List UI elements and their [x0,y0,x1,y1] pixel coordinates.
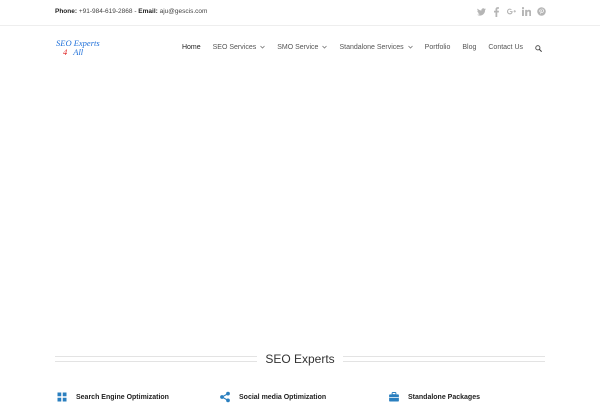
nav-item-smo-service[interactable]: SMO Service [271,42,333,54]
chevron-down-icon [407,42,413,54]
email-label: Email: [138,8,158,15]
hero-slider-area [0,70,600,340]
feature-seo[interactable]: Search Engine Optimization [56,391,169,403]
phone-number[interactable]: +91-984-619-2868 [79,8,133,15]
top-bar: Phone: +91-984-619-2868 - Email: aju@ges… [0,0,600,26]
feature-list: Search Engine Optimization Social media … [56,391,546,403]
logo-number: 4 [63,47,68,57]
seo-icon [57,392,67,402]
facebook-icon[interactable] [492,6,501,17]
google-plus-icon[interactable] [507,6,516,17]
nav-label: SEO Services [212,44,257,51]
feature-label: Standalone Packages [408,393,480,401]
logo-line2: 4 All [56,48,100,57]
chevron-down-icon [260,42,266,54]
feature-standalone[interactable]: Standalone Packages [388,391,480,403]
twitter-icon[interactable] [477,6,486,17]
logo-word: All [73,47,84,57]
site-logo[interactable]: SEO Experts 4 All [56,39,100,57]
share-icon [220,391,230,403]
linkedin-icon[interactable] [522,6,531,17]
nav-item-standalone-services[interactable]: Standalone Services [333,42,418,54]
briefcase-icon [389,392,399,402]
nav-item-portfolio[interactable]: Portfolio [419,42,457,54]
feature-label: Social media Optimization [239,393,327,401]
contact-info: Phone: +91-984-619-2868 - Email: aju@ges… [55,8,207,15]
main-header: SEO Experts 4 All Home SEO Services SMO S… [0,26,600,70]
nav-label: SMO Service [277,44,319,51]
heading-divider-right [342,356,546,362]
social-links [477,6,546,17]
phone-label: Phone: [55,8,78,15]
nav-label: Portfolio [424,44,451,51]
heading-divider-left [55,356,258,362]
pinterest-icon[interactable] [537,6,546,17]
nav-label: Contact Us [488,44,523,51]
nav-label: Standalone Services [339,44,404,51]
feature-smo[interactable]: Social media Optimization [219,391,326,403]
main-nav: Home SEO Services SMO Service Standalone… [176,42,548,54]
nav-item-home[interactable]: Home [176,42,207,54]
chevron-down-icon [322,42,328,54]
nav-item-contact-us[interactable]: Contact Us [482,42,529,54]
feature-label: Search Engine Optimization [76,393,169,401]
nav-item-seo-services[interactable]: SEO Services [207,42,272,54]
nav-label: Home [181,44,201,51]
search-icon[interactable] [529,42,548,54]
nav-item-blog[interactable]: Blog [456,42,482,54]
section-title: SEO Experts [265,352,335,366]
nav-label: Blog [462,44,477,51]
email-address[interactable]: aju@gescis.com [160,8,208,15]
section-heading: SEO Experts [55,350,546,368]
